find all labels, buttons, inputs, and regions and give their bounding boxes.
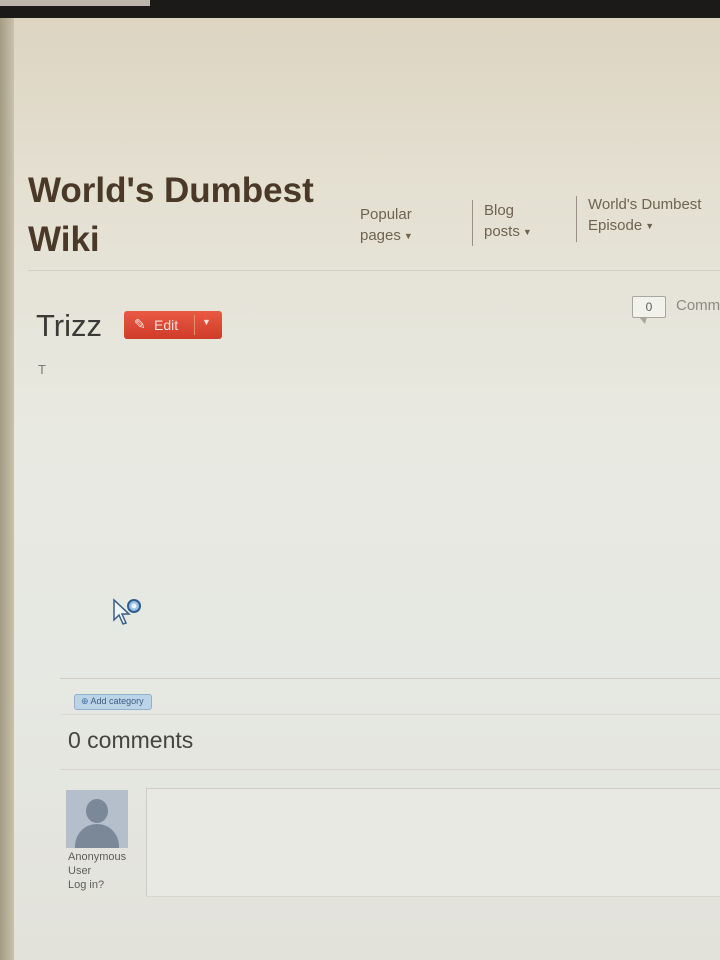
nav-label-line1: Blog — [484, 202, 515, 219]
nav-divider — [472, 200, 473, 246]
nav-label-line2: posts — [484, 223, 520, 240]
comment-bubble-icon[interactable]: 0 — [632, 296, 666, 324]
wiki-title[interactable]: World's Dumbest Wiki — [28, 166, 358, 264]
commenter-info: Anonymous User Log in? — [68, 850, 126, 892]
chevron-down-icon: ▼ — [645, 221, 655, 231]
screen-edge — [0, 18, 14, 960]
edit-button[interactable]: ✎ Edit ▼ — [124, 311, 222, 339]
comment-input[interactable] — [146, 788, 720, 896]
edit-button-separator — [194, 315, 195, 335]
user-label: User — [68, 865, 92, 877]
header-divider — [28, 270, 720, 271]
edit-button-label: Edit — [154, 317, 179, 333]
add-category-button[interactable]: ⊕ Add category — [74, 694, 152, 710]
comment-box-divider — [146, 896, 720, 897]
add-category-label: Add category — [90, 696, 144, 706]
chevron-down-icon: ▼ — [403, 231, 413, 241]
nav-label-line2: pages — [360, 227, 401, 244]
bezel-glare — [0, 0, 150, 6]
comments-divider — [60, 769, 720, 770]
nav-blog-posts[interactable]: Blog posts ▼ — [484, 200, 532, 243]
chevron-down-icon[interactable]: ▼ — [202, 317, 211, 327]
mouse-cursor-icon — [113, 598, 141, 625]
categories-divider — [60, 714, 720, 715]
nav-worlds-dumbest-episode[interactable]: World's Dumbest Episode ▼ — [588, 194, 701, 237]
avatar-head — [86, 799, 108, 823]
login-link[interactable]: Log in? — [68, 879, 104, 891]
comments-link[interactable]: Comments — [676, 297, 720, 314]
nav-divider — [576, 196, 577, 242]
plus-icon: ⊕ — [81, 696, 89, 706]
nav-popular-pages[interactable]: Popular pages ▼ — [360, 204, 413, 247]
anonymous-label: Anonymous — [68, 851, 127, 863]
wiki-page: World's Dumbest Wiki Popular pages ▼ Blog… — [14, 18, 720, 960]
nav-label-line1: World's Dumbest — [588, 196, 702, 213]
nav-label-line2: Episode — [588, 217, 643, 234]
article-body: T — [38, 362, 46, 377]
categories-divider — [60, 678, 720, 679]
nav-label-line1: Popular — [360, 206, 412, 223]
chevron-down-icon: ▼ — [522, 227, 532, 237]
pencil-icon: ✎ — [134, 316, 146, 332]
avatar-icon — [66, 790, 128, 848]
avatar-shoulders — [75, 824, 119, 848]
page-title: Trizz — [36, 308, 102, 343]
comment-count: 0 — [645, 300, 653, 314]
comments-heading: 0 comments — [68, 727, 194, 753]
